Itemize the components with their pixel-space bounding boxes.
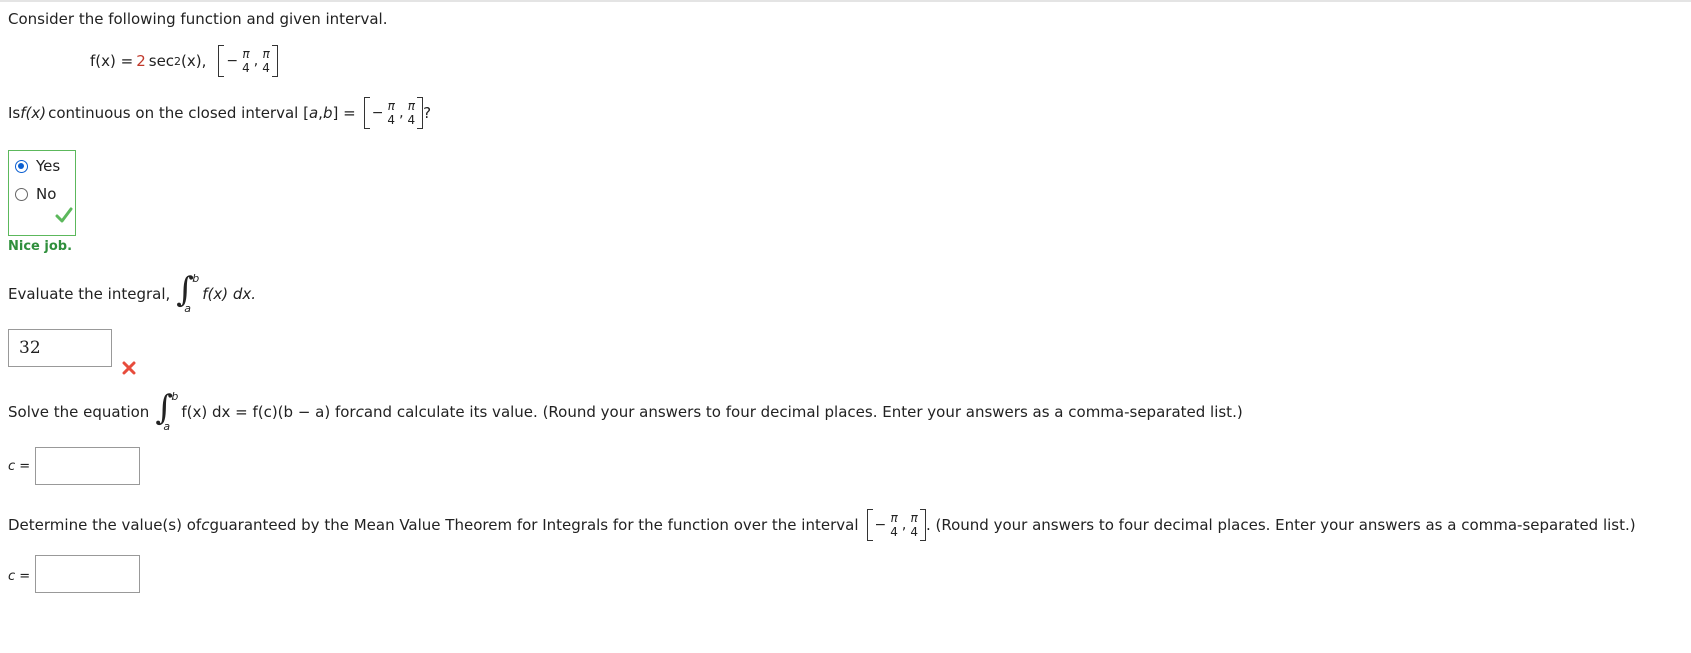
c-label: c = [8, 459, 31, 474]
radio-no[interactable] [15, 187, 28, 201]
radio-option-no[interactable]: No [15, 185, 56, 203]
feedback-text: Nice job. [8, 239, 73, 254]
q2-question: Evaluate the integral, ∫ b a f(x) dx. [8, 270, 257, 315]
cross-icon [122, 361, 136, 375]
interval-lower-fraction: π4 [242, 47, 250, 75]
q1-interval-bracket: − π4 , π4 [363, 96, 424, 130]
integral-symbol: ∫ b a [176, 270, 200, 315]
c-label-2: c = [8, 569, 31, 584]
function-lhs: f(x) = [90, 52, 134, 70]
c-answer-field-2[interactable] [35, 555, 140, 593]
radio-no-label: No [36, 185, 57, 203]
q4-question: Determine the value(s) of c guaranteed b… [8, 508, 1636, 542]
interval-upper-fraction: π4 [262, 47, 270, 75]
radio-option-yes[interactable]: Yes [15, 157, 60, 175]
function-coefficient: 2 [136, 52, 146, 70]
function-expression: f(x) = 2 sec 2 (x), − π4 , π4 [90, 44, 278, 78]
interval-minus: − [226, 53, 239, 69]
radio-yes[interactable] [15, 159, 28, 173]
check-icon [55, 207, 73, 223]
function-arg: (x), [181, 52, 207, 70]
top-divider [0, 0, 1691, 2]
c-answer-field[interactable] [35, 447, 140, 485]
intro-text: Consider the following function and give… [8, 10, 388, 28]
integral-answer-field[interactable]: 32 [8, 329, 112, 367]
radio-yes-label: Yes [36, 157, 61, 175]
function-exponent: 2 [174, 54, 182, 68]
radio-group: Yes No [8, 150, 76, 236]
function-sec: sec [148, 52, 175, 70]
q3-question: Solve the equation ∫ b a f(x) dx = f(c)(… [8, 388, 1243, 433]
integral-symbol: ∫ b a [155, 388, 179, 433]
q4-interval-bracket: − π4 , π4 [866, 508, 926, 542]
interval-bracket: − π4 , π4 [218, 44, 278, 78]
q1-question: Is f(x) continuous on the closed interva… [8, 96, 431, 130]
